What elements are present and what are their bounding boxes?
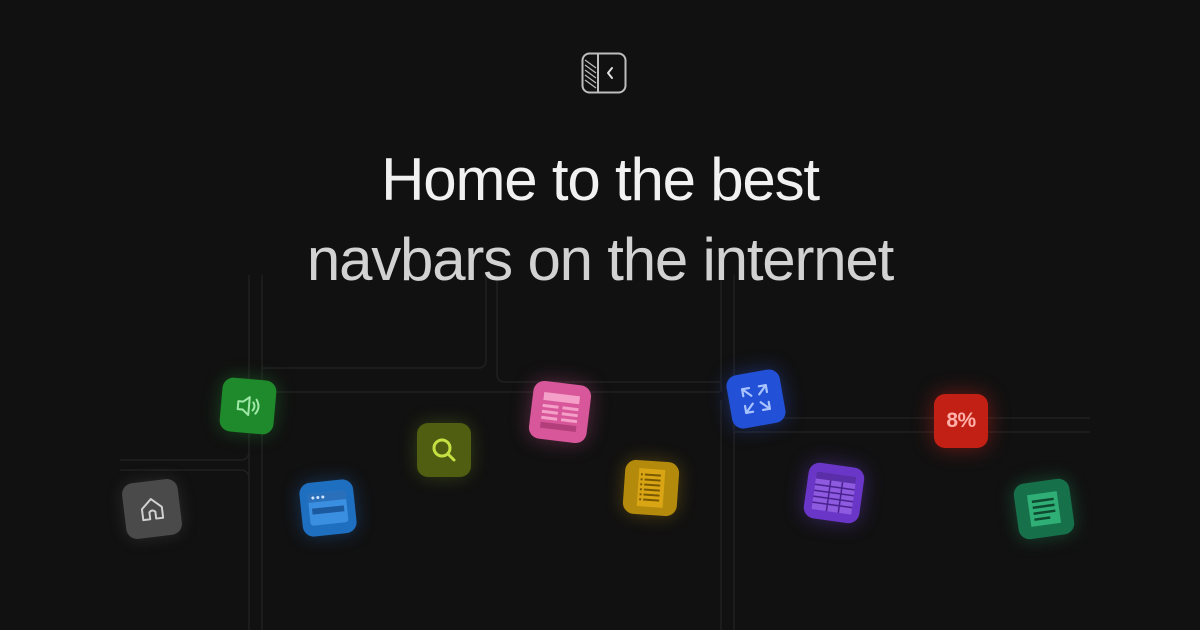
note-icon [1012, 477, 1076, 541]
background-grid-lines [120, 275, 1090, 630]
browser-window-icon [298, 478, 358, 538]
expand-arrows-icon [724, 367, 788, 431]
list-document-icon [622, 459, 680, 517]
spreadsheet-icon [802, 461, 866, 525]
page-headline: Home to the best navbars on the internet [0, 140, 1200, 300]
speaker-icon [218, 376, 278, 436]
search-icon [417, 423, 471, 477]
hero-banner: Home to the best navbars on the internet [0, 0, 1200, 630]
percent-badge-label: 8% [946, 409, 976, 432]
headline-line-2: navbars on the internet [306, 226, 894, 293]
home-icon [120, 477, 184, 541]
headline-line-1: Home to the best [381, 146, 820, 213]
percent-badge-icon: 8% [934, 394, 988, 448]
sidebar-collapse-icon [581, 52, 627, 94]
newspaper-icon [527, 379, 593, 445]
